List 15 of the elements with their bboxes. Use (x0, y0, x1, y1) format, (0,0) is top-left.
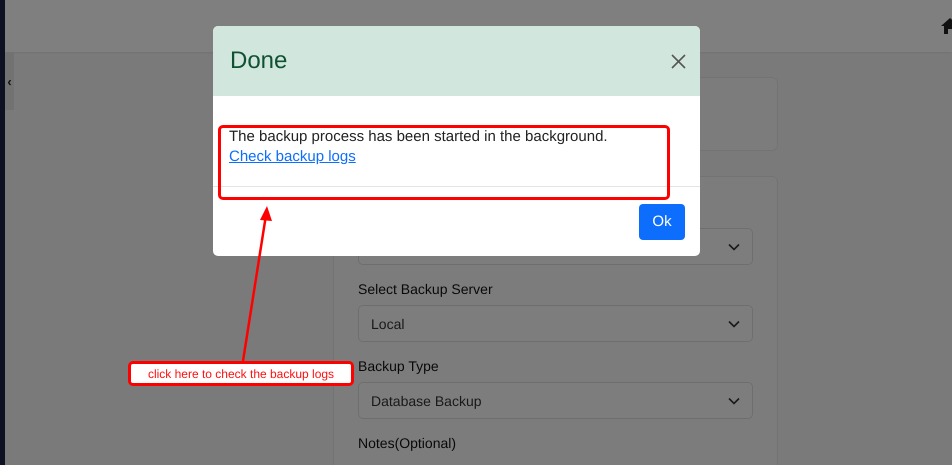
backup-logs-link[interactable]: Check backup logs (229, 148, 356, 165)
select-field[interactable]: Database Backup (358, 382, 753, 419)
chevron-down-icon (728, 242, 740, 250)
close-button[interactable] (671, 54, 686, 68)
dialog-title: Done (230, 47, 288, 75)
callout-label: click here to check the backup logs (128, 361, 354, 386)
chevron-down-icon (728, 396, 740, 404)
select-field[interactable]: Local (358, 305, 753, 342)
field-label: Backup Type (358, 358, 440, 374)
field-label: Notes(Optional) (358, 435, 458, 451)
field-label: Select Backup Server (358, 281, 494, 297)
sidebar-toggle[interactable]: ‹ (5, 52, 14, 110)
chevron-down-icon (728, 320, 740, 328)
ok-button[interactable]: Ok (639, 204, 685, 240)
dialog-message: The backup process has been started in the background. (229, 128, 608, 145)
